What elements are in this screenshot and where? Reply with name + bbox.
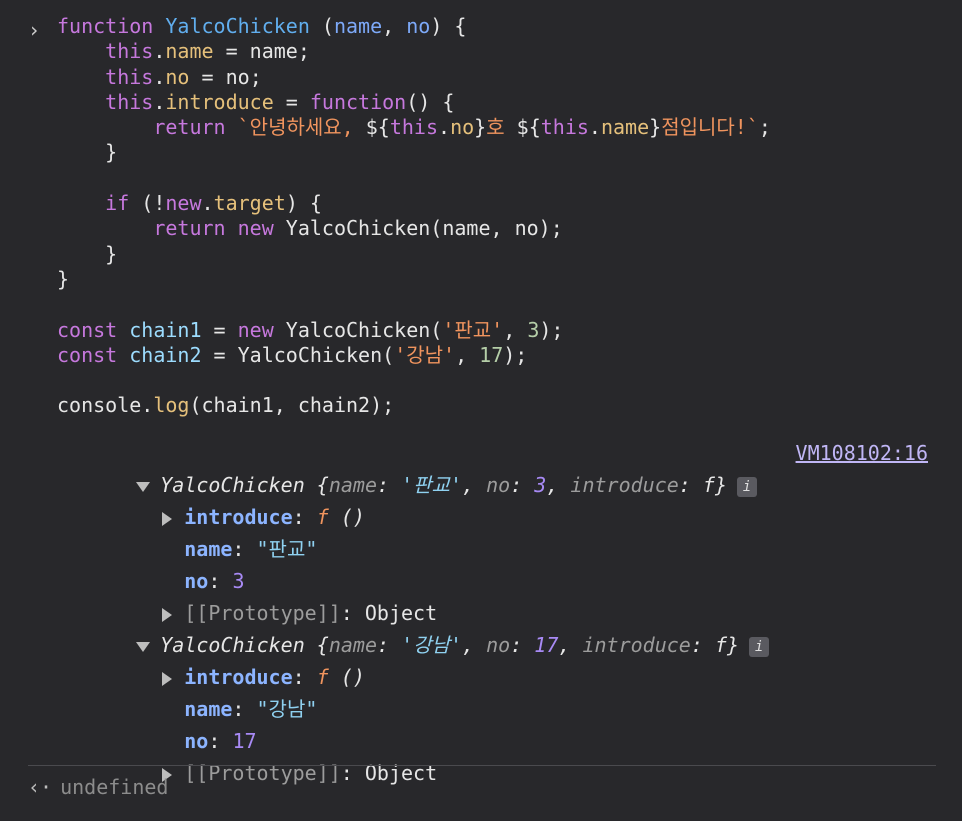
code-line: return new YalcoChicken(name, no); (153, 216, 563, 241)
devtools-console: › function YalcoChicken (name, no) { thi… (0, 0, 962, 814)
result-arrow-icon: ‹· (28, 775, 53, 799)
code-line: } (105, 241, 118, 266)
code-line: const chain2 = YalcoChicken('강남', 17); (57, 342, 528, 367)
property-row-no: no: 17 (184, 729, 257, 753)
info-icon[interactable]: i (749, 636, 770, 657)
property-row-introduce[interactable]: introduce: f () (90, 469, 365, 529)
property-row-introduce[interactable]: introduce: f () (90, 629, 365, 689)
code-line: console.log(chain1, chain2); (57, 393, 395, 418)
code-line: this.no = no; (105, 64, 262, 89)
code-line: function YalcoChicken (name, no) { (57, 14, 467, 38)
code-line: if (!new.target) { (105, 191, 322, 216)
property-row-name: name: "강남" (184, 697, 318, 721)
info-icon[interactable]: i (736, 476, 757, 497)
object-summary-row[interactable]: YalcoChicken {name: '강남', no: 17, introd… (64, 597, 770, 657)
code-line: const chain1 = new YalcoChicken('판교', 3)… (57, 317, 564, 342)
return-value: undefined (60, 775, 169, 799)
property-row-prototype[interactable]: [[Prototype]]: Object (90, 565, 437, 625)
code-line: } (105, 140, 118, 165)
code-input-block[interactable]: function YalcoChicken (name, no) { this.… (57, 14, 771, 419)
object-summary-row[interactable]: YalcoChicken {name: '판교', no: 3, introdu… (64, 437, 757, 497)
output-divider (28, 765, 936, 766)
input-prompt-icon: › (28, 18, 41, 42)
property-row-prototype[interactable]: [[Prototype]]: Object (90, 725, 437, 785)
source-location-link[interactable]: VM108102:16 (796, 437, 928, 469)
return-value-row: ‹· undefined (28, 771, 168, 803)
code-line: this.name = name; (105, 39, 310, 64)
code-line: this.introduce = function() { (105, 89, 455, 114)
code-line: } (57, 266, 70, 291)
property-row-no: no: 3 (184, 569, 245, 593)
code-line: return `안녕하세요, ${this.no}호 ${this.name}점… (153, 115, 771, 140)
property-row-name: name: "판교" (184, 537, 318, 561)
